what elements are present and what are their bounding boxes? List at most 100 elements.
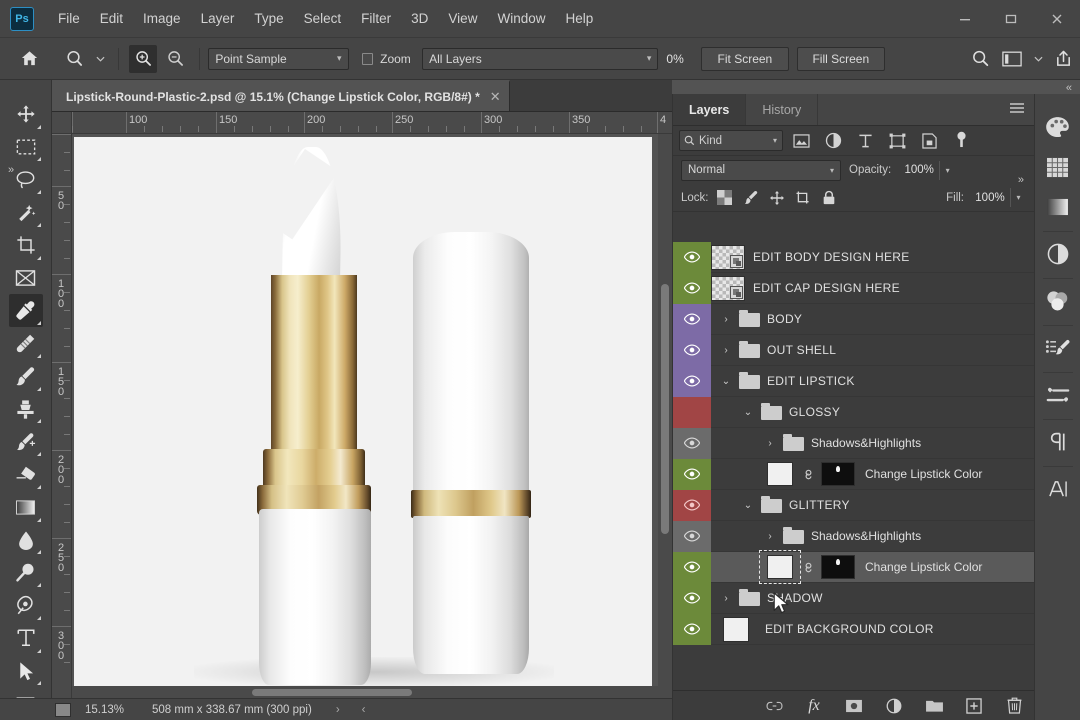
horizontal-ruler[interactable]: 100 150 200 250 300 350 4: [72, 112, 672, 134]
layer-name[interactable]: EDIT CAP DESIGN HERE: [753, 281, 900, 295]
layer-list[interactable]: EDIT BODY DESIGN HERE EDIT CAP DESIGN HE…: [673, 242, 1035, 689]
gradient-tool[interactable]: [9, 491, 43, 524]
eyedropper-preset-icon[interactable]: [61, 45, 89, 73]
menu-help[interactable]: Help: [555, 7, 603, 30]
tab-layers[interactable]: Layers: [673, 94, 747, 125]
vertical-ruler[interactable]: 50 100 150 200 250 300: [52, 134, 72, 698]
layer-visibility-toggle[interactable]: [673, 334, 711, 366]
chevron-down-icon[interactable]: ⌄: [719, 376, 733, 387]
lock-image-pixels-icon[interactable]: [741, 188, 761, 208]
type-tool[interactable]: [9, 622, 43, 655]
pen-tool[interactable]: [9, 589, 43, 622]
layer-visibility-toggle[interactable]: [673, 551, 711, 583]
character-panel-icon[interactable]: [1039, 470, 1077, 508]
layer-name[interactable]: GLOSSY: [789, 405, 840, 419]
close-icon[interactable]: ✕: [490, 89, 501, 105]
layer-name[interactable]: Shadows&Highlights: [811, 436, 921, 450]
menu-file[interactable]: File: [48, 7, 90, 30]
new-group-button[interactable]: [923, 695, 945, 717]
healing-brush-tool[interactable]: [9, 327, 43, 360]
layer-name[interactable]: EDIT BACKGROUND COLOR: [765, 622, 934, 636]
panel-collapse-arrows[interactable]: »: [1018, 174, 1024, 186]
layer-thumbnail[interactable]: [767, 462, 793, 486]
lasso-tool[interactable]: [9, 163, 43, 196]
tool-preset-caret-icon[interactable]: [93, 45, 108, 73]
document-tab[interactable]: Lipstick-Round-Plastic-2.psd @ 15.1% (Ch…: [52, 80, 510, 111]
layer-visibility-toggle[interactable]: [673, 272, 711, 304]
table-row[interactable]: Change Lipstick Color: [673, 458, 1035, 490]
workspace-caret-icon[interactable]: [1031, 45, 1046, 73]
workspace-icon[interactable]: [998, 45, 1026, 73]
link-icon[interactable]: [801, 467, 815, 482]
layer-visibility-toggle[interactable]: [673, 520, 711, 552]
layer-name[interactable]: EDIT BODY DESIGN HERE: [753, 250, 910, 264]
chevron-down-icon[interactable]: ⌄: [741, 407, 755, 418]
layer-visibility-toggle[interactable]: [673, 489, 711, 521]
layer-thumbnail[interactable]: [711, 244, 745, 270]
filter-type-icon[interactable]: [851, 130, 879, 152]
crop-tool[interactable]: [9, 229, 43, 262]
filter-shape-icon[interactable]: [883, 130, 911, 152]
menu-edit[interactable]: Edit: [90, 7, 133, 30]
table-row[interactable]: › BODY: [673, 303, 1035, 335]
layer-name[interactable]: BODY: [767, 312, 802, 326]
layer-name[interactable]: GLITTERY: [789, 498, 850, 512]
layer-mask-thumbnail[interactable]: [821, 462, 855, 486]
layer-thumbnail-focused[interactable]: [759, 550, 801, 584]
layer-thumbnail[interactable]: [711, 275, 745, 301]
path-selection-tool[interactable]: [9, 655, 43, 688]
table-row[interactable]: ⌄ EDIT LIPSTICK: [673, 365, 1035, 397]
rectangular-marquee-tool[interactable]: [9, 131, 43, 164]
menu-select[interactable]: Select: [294, 7, 352, 30]
blur-droplet-tool[interactable]: [9, 524, 43, 557]
chevron-right-icon[interactable]: ›: [763, 531, 777, 542]
search-icon[interactable]: [966, 45, 994, 73]
document-canvas[interactable]: [74, 137, 652, 695]
scrollbar-thumb[interactable]: [661, 284, 669, 534]
menu-3d[interactable]: 3D: [401, 7, 438, 30]
dodge-tool[interactable]: [9, 556, 43, 589]
filter-pixel-icon[interactable]: [787, 130, 815, 152]
table-row-selected[interactable]: Change Lipstick Color: [673, 550, 1035, 584]
layer-thumbnail[interactable]: [723, 616, 749, 642]
layer-visibility-toggle[interactable]: [673, 365, 711, 397]
fit-screen-button[interactable]: Fit Screen: [700, 46, 790, 71]
filter-kind-select[interactable]: Kind ▾: [679, 130, 783, 151]
table-row[interactable]: › SHADOW: [673, 582, 1035, 614]
close-button[interactable]: [1034, 0, 1080, 38]
menu-type[interactable]: Type: [244, 7, 293, 30]
tab-history[interactable]: History: [746, 94, 819, 125]
layer-style-button[interactable]: fx: [803, 695, 825, 717]
eraser-tool[interactable]: [9, 458, 43, 491]
brush-settings-panel-icon[interactable]: [1039, 376, 1077, 414]
dock-expand-arrows[interactable]: «: [1066, 82, 1072, 94]
add-layer-mask-button[interactable]: [843, 695, 865, 717]
new-layer-button[interactable]: [963, 695, 985, 717]
table-row[interactable]: ⌄ GLOSSY: [673, 396, 1035, 428]
filter-smart-object-icon[interactable]: [915, 130, 943, 152]
menu-view[interactable]: View: [438, 7, 487, 30]
filter-adjustment-icon[interactable]: [819, 130, 847, 152]
layer-name[interactable]: EDIT LIPSTICK: [767, 374, 855, 388]
panel-menu-icon[interactable]: [1010, 103, 1024, 116]
sample-scope-select[interactable]: All Layers ▾: [422, 47, 659, 70]
table-row[interactable]: › OUT SHELL: [673, 334, 1035, 366]
zoom-out-icon[interactable]: [161, 45, 189, 73]
layer-name[interactable]: Shadows&Highlights: [811, 529, 921, 543]
layer-visibility-toggle[interactable]: [673, 458, 711, 490]
move-tool[interactable]: [9, 98, 43, 131]
lock-position-icon[interactable]: [767, 188, 787, 208]
chevron-right-icon[interactable]: ›: [763, 438, 777, 449]
canvas-horizontal-scrollbar[interactable]: [72, 686, 658, 698]
eyedropper-tool[interactable]: [8, 294, 43, 328]
frame-tool[interactable]: [9, 262, 43, 295]
gradients-panel-icon[interactable]: [1039, 188, 1077, 226]
layer-name[interactable]: Change Lipstick Color: [865, 560, 982, 574]
clone-stamp-tool[interactable]: [9, 393, 43, 426]
magic-wand-tool[interactable]: [9, 196, 43, 229]
delete-layer-button[interactable]: [1003, 695, 1025, 717]
home-icon[interactable]: [15, 45, 43, 73]
menu-window[interactable]: Window: [487, 7, 555, 30]
layer-name[interactable]: Change Lipstick Color: [865, 467, 982, 481]
layer-name[interactable]: OUT SHELL: [767, 343, 836, 357]
